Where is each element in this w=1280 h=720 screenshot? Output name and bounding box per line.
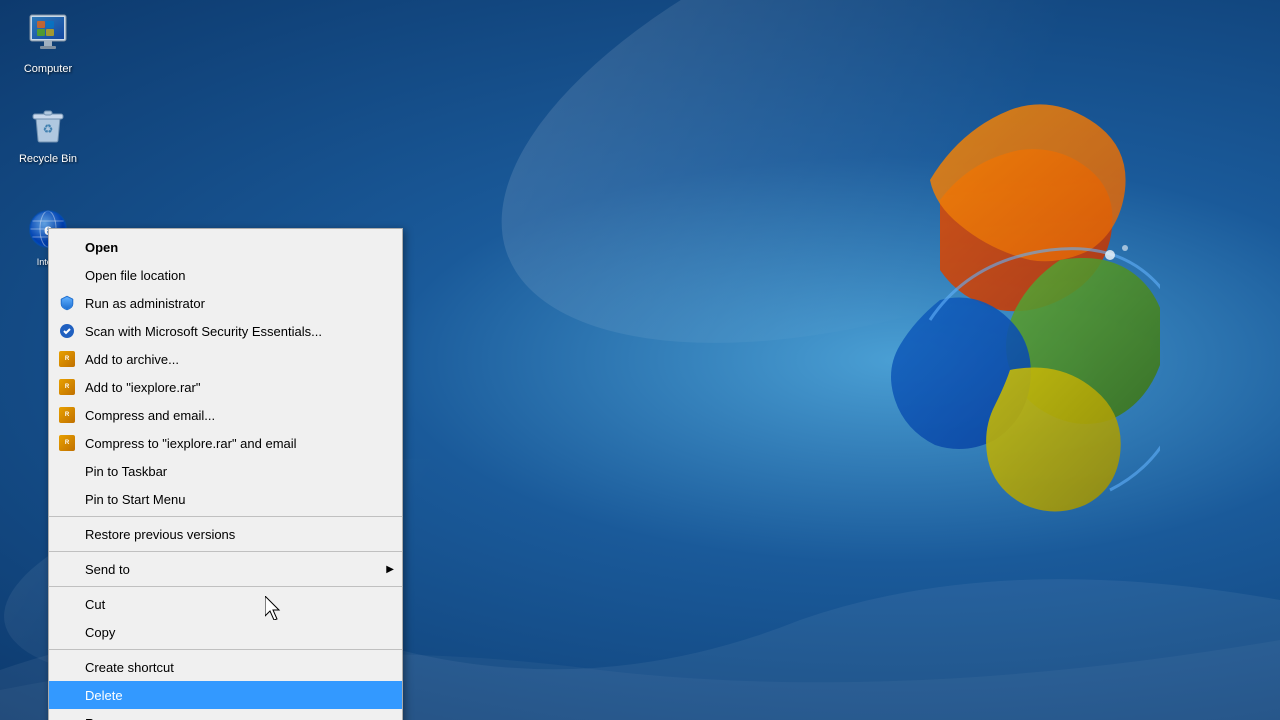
recycle-bin-icon-image: ♻ (24, 100, 72, 148)
menu-item-restore-previous[interactable]: Restore previous versions (49, 520, 402, 548)
menu-item-cut-label: Cut (85, 597, 105, 612)
menu-item-create-shortcut[interactable]: Create shortcut (49, 653, 402, 681)
menu-item-compress-email-label: Compress and email... (85, 408, 215, 423)
menu-item-rename-label: Rename (85, 716, 134, 720)
rename-icon (57, 713, 77, 720)
menu-item-open-file-location-label: Open file location (85, 268, 185, 283)
shield-icon (57, 293, 77, 313)
cut-icon (57, 594, 77, 614)
pin-start-icon (57, 489, 77, 509)
computer-icon-image (24, 10, 72, 58)
menu-item-compress-iexplore-email[interactable]: R Compress to "iexplore.rar" and email (49, 429, 402, 457)
rar-icon-3: R (59, 407, 75, 423)
menu-item-add-archive-label: Add to archive... (85, 352, 179, 367)
menu-item-open-file-location[interactable]: Open file location (49, 261, 402, 289)
menu-item-pin-start-menu-label: Pin to Start Menu (85, 492, 185, 507)
recycle-bin-icon-label: Recycle Bin (19, 152, 77, 166)
rar-icon: R (59, 351, 75, 367)
menu-item-delete-label: Delete (85, 688, 123, 703)
separator-3 (49, 586, 402, 587)
rar-icon-2: R (59, 379, 75, 395)
rar-compress-email-icon: R (57, 405, 77, 425)
menu-item-compress-email[interactable]: R Compress and email... (49, 401, 402, 429)
rar-add-archive-icon: R (57, 349, 77, 369)
context-menu: Open Open file location (48, 228, 403, 720)
separator-2 (49, 551, 402, 552)
menu-item-run-as-admin[interactable]: Run as administrator (49, 289, 402, 317)
menu-item-copy-label: Copy (85, 625, 115, 640)
security-essentials-icon (57, 321, 77, 341)
menu-item-pin-taskbar-label: Pin to Taskbar (85, 464, 167, 479)
menu-item-open[interactable]: Open (49, 233, 402, 261)
rar-icon-4: R (59, 435, 75, 451)
send-to-icon (57, 559, 77, 579)
menu-item-delete[interactable]: Delete (49, 681, 402, 709)
computer-icon-label: Computer (24, 62, 72, 76)
menu-item-cut[interactable]: Cut (49, 590, 402, 618)
menu-item-run-as-admin-label: Run as administrator (85, 296, 205, 311)
computer-desktop-icon[interactable]: Computer (8, 10, 88, 76)
menu-item-send-to-label: Send to (85, 562, 130, 577)
svg-text:♻: ♻ (43, 122, 54, 136)
open-icon (57, 237, 77, 257)
copy-icon (57, 622, 77, 642)
restore-previous-icon (57, 524, 77, 544)
menu-item-send-to[interactable]: Send to ▶ (49, 555, 402, 583)
rar-iexplore-icon: R (57, 377, 77, 397)
pin-taskbar-icon (57, 461, 77, 481)
create-shortcut-icon (57, 657, 77, 677)
menu-item-add-iexplore-rar-label: Add to "iexplore.rar" (85, 380, 200, 395)
menu-item-open-label: Open (85, 240, 118, 255)
menu-item-rename[interactable]: Rename (49, 709, 402, 720)
menu-item-restore-previous-label: Restore previous versions (85, 527, 235, 542)
recycle-bin-desktop-icon[interactable]: ♻ Recycle Bin (8, 100, 88, 166)
menu-item-pin-start-menu[interactable]: Pin to Start Menu (49, 485, 402, 513)
desktop: Computer ♻ Recycle Bin (0, 0, 1280, 720)
separator-4 (49, 649, 402, 650)
menu-item-add-archive[interactable]: R Add to archive... (49, 345, 402, 373)
menu-item-add-iexplore-rar[interactable]: R Add to "iexplore.rar" (49, 373, 402, 401)
windows-logo (740, 80, 1160, 560)
menu-item-scan-security-label: Scan with Microsoft Security Essentials.… (85, 324, 322, 339)
rar-compress-iexplore-icon: R (57, 433, 77, 453)
delete-icon (57, 685, 77, 705)
open-file-location-icon (57, 265, 77, 285)
menu-item-create-shortcut-label: Create shortcut (85, 660, 174, 675)
send-to-arrow-icon: ▶ (386, 564, 394, 575)
menu-item-compress-iexplore-email-label: Compress to "iexplore.rar" and email (85, 436, 297, 451)
menu-item-pin-taskbar[interactable]: Pin to Taskbar (49, 457, 402, 485)
menu-item-scan-security[interactable]: Scan with Microsoft Security Essentials.… (49, 317, 402, 345)
menu-item-copy[interactable]: Copy (49, 618, 402, 646)
separator-1 (49, 516, 402, 517)
